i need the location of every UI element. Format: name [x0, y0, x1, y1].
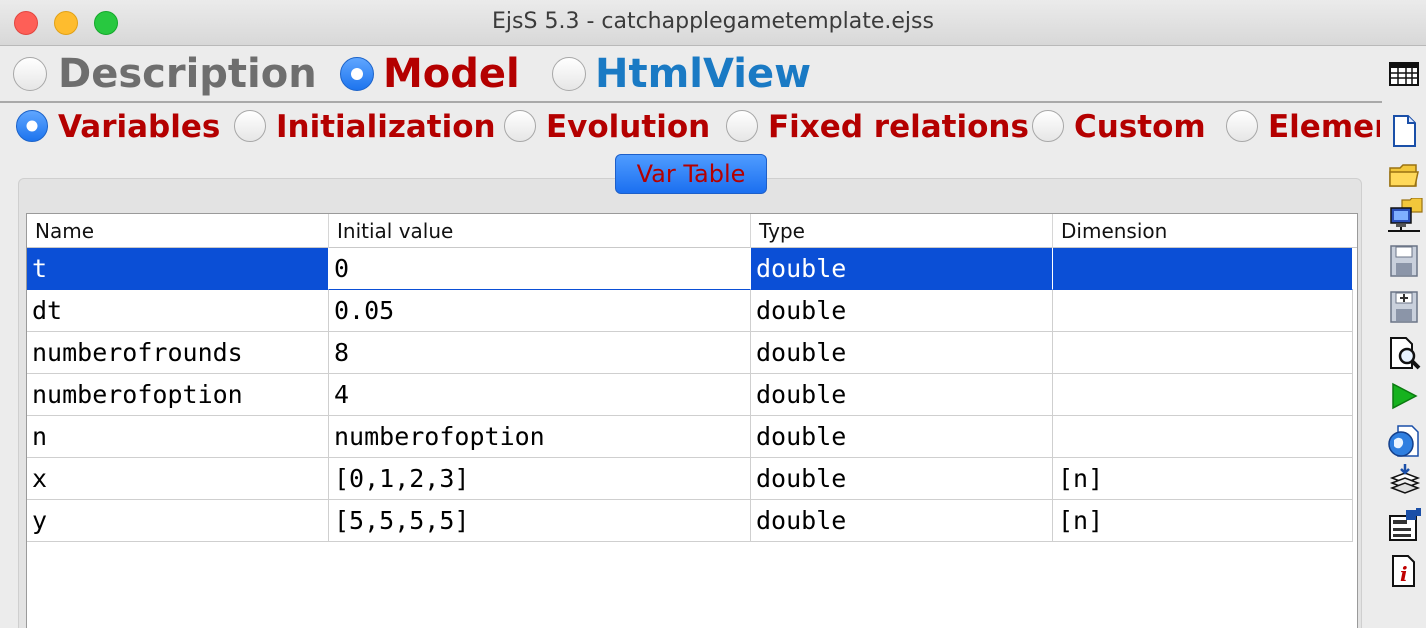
cell-type[interactable]: double — [751, 374, 1053, 416]
cell-initial-value[interactable]: [0,1,2,3] — [329, 458, 751, 500]
subtab-custom-radio[interactable] — [1032, 110, 1064, 142]
open-network-button[interactable] — [1382, 196, 1426, 232]
table-row[interactable]: t 0 double — [27, 248, 1353, 290]
subtab-evolution-radio[interactable] — [504, 110, 536, 142]
table-view-icon — [1389, 62, 1419, 86]
options-icon — [1389, 508, 1421, 541]
column-header-name[interactable]: Name — [27, 214, 329, 248]
table-row[interactable]: x [0,1,2,3] double [n] — [27, 458, 1353, 500]
subtab-initialization-label[interactable]: Initialization — [276, 107, 496, 147]
tab-description-radio[interactable] — [13, 57, 47, 91]
table-row[interactable]: numberofoption 4 double — [27, 374, 1353, 416]
save-as-button[interactable] — [1382, 288, 1426, 324]
package-icon — [1389, 464, 1421, 494]
cell-name[interactable]: n — [27, 416, 329, 458]
cell-name[interactable]: y — [27, 500, 329, 542]
column-header-type[interactable]: Type — [751, 214, 1053, 248]
tab-htmlview-radio[interactable] — [552, 57, 586, 91]
cell-type[interactable]: double — [751, 500, 1053, 542]
tab-model-radio[interactable] — [340, 57, 374, 91]
window-title: EjsS 5.3 - catchapplegametemplate.ejss — [492, 9, 934, 34]
cell-name[interactable]: dt — [27, 290, 329, 332]
cell-type[interactable]: double — [751, 416, 1053, 458]
subtab-fixed-relations-radio[interactable] — [726, 110, 758, 142]
options-button[interactable] — [1382, 506, 1426, 542]
cell-name[interactable]: numberofrounds — [27, 332, 329, 374]
cell-type[interactable]: double — [751, 458, 1053, 500]
info-button[interactable]: i — [1382, 552, 1426, 588]
new-file-button[interactable] — [1382, 112, 1426, 148]
table-row[interactable]: y [5,5,5,5] double [n] — [27, 500, 1353, 542]
tab-htmlview-label[interactable]: HtmlView — [595, 51, 811, 97]
cell-type[interactable]: double — [751, 332, 1053, 374]
search-icon — [1390, 337, 1421, 370]
new-file-icon — [1393, 115, 1416, 147]
save-button[interactable] — [1382, 242, 1426, 278]
cell-dimension[interactable] — [1053, 374, 1353, 416]
subtab-initialization-radio[interactable] — [234, 110, 266, 142]
cell-type[interactable]: double — [751, 290, 1053, 332]
package-button[interactable] — [1382, 462, 1426, 498]
tab-description-label[interactable]: Description — [58, 51, 317, 97]
table-row[interactable]: n numberofoption double — [27, 416, 1353, 458]
cell-dimension[interactable] — [1053, 332, 1353, 374]
column-header-dimension[interactable]: Dimension — [1053, 214, 1353, 248]
table-header: Name Initial value Type Dimension — [27, 214, 1357, 248]
cell-initial-value[interactable]: [5,5,5,5] — [329, 500, 751, 542]
cell-type[interactable]: double — [751, 248, 1053, 290]
cell-name[interactable]: x — [27, 458, 329, 500]
subtab-variables-label[interactable]: Variables — [58, 107, 220, 147]
cell-initial-value[interactable]: 0 — [329, 248, 751, 290]
run-button[interactable] — [1382, 378, 1426, 414]
variables-table: Name Initial value Type Dimension t 0 do… — [26, 213, 1358, 628]
search-button[interactable] — [1382, 334, 1426, 370]
subtab-custom-label[interactable]: Custom — [1074, 107, 1206, 147]
save-icon — [1390, 245, 1418, 277]
cell-initial-value[interactable]: 8 — [329, 332, 751, 374]
cell-initial-value[interactable]: 4 — [329, 374, 751, 416]
subtab-variables-radio[interactable] — [16, 110, 48, 142]
subtab-elements-label[interactable]: Elemer — [1268, 107, 1380, 147]
open-network-icon — [1388, 198, 1423, 232]
window-titlebar: EjsS 5.3 - catchapplegametemplate.ejss — [0, 0, 1426, 46]
info-icon: i — [1392, 555, 1415, 587]
cell-initial-value[interactable]: numberofoption — [329, 416, 751, 458]
cell-dimension[interactable]: [n] — [1053, 500, 1353, 542]
table-view-button[interactable] — [1382, 56, 1426, 92]
save-as-icon — [1390, 291, 1418, 323]
tab-divider — [0, 101, 1382, 103]
subtab-fixed-relations-label[interactable]: Fixed relations — [768, 107, 1029, 147]
tab-model-label[interactable]: Model — [383, 51, 520, 97]
cell-dimension[interactable]: [n] — [1053, 458, 1353, 500]
subtab-evolution-label[interactable]: Evolution — [546, 107, 710, 147]
cell-dimension[interactable] — [1053, 290, 1353, 332]
var-table-tab[interactable]: Var Table — [615, 154, 767, 194]
cell-name[interactable]: t — [27, 248, 329, 290]
web-icon — [1388, 425, 1419, 457]
web-button[interactable] — [1382, 420, 1426, 457]
table-row[interactable]: numberofrounds 8 double — [27, 332, 1353, 374]
subtab-elements-radio[interactable] — [1226, 110, 1258, 142]
open-file-button[interactable] — [1382, 158, 1426, 194]
cell-initial-value[interactable]: 0.05 — [329, 290, 751, 332]
cell-dimension[interactable] — [1053, 416, 1353, 458]
cell-name[interactable]: numberofoption — [27, 374, 329, 416]
cell-dimension[interactable] — [1053, 248, 1353, 290]
open-folder-icon — [1389, 164, 1419, 187]
table-row[interactable]: dt 0.05 double — [27, 290, 1353, 332]
run-icon — [1392, 382, 1418, 410]
svg-text:i: i — [1400, 562, 1408, 586]
column-header-initial-value[interactable]: Initial value — [329, 214, 751, 248]
